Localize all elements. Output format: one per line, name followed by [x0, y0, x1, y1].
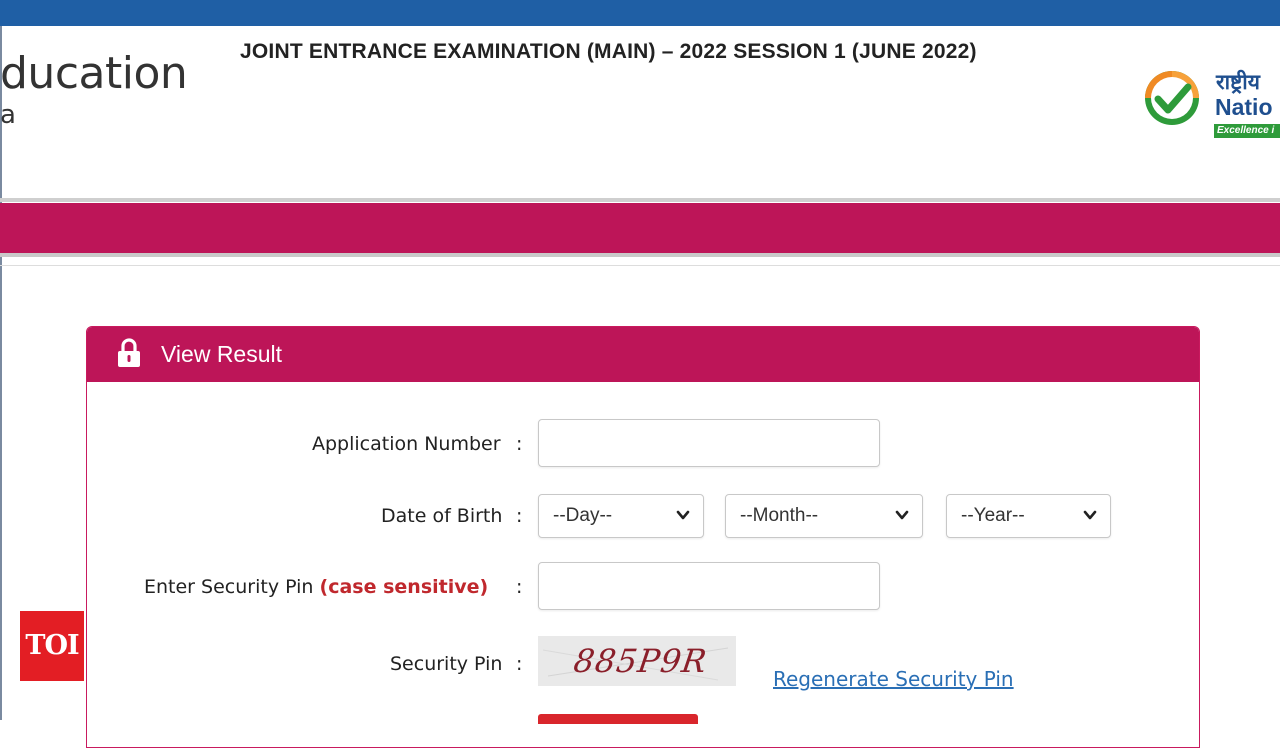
colon: : — [516, 653, 523, 675]
nav-bar — [0, 203, 1280, 253]
header-divider — [0, 198, 1280, 202]
nta-logo-hindi-text: राष्ट्रीय — [1216, 70, 1260, 94]
security-pin-label: Security Pin — [390, 653, 503, 675]
page-left-edge — [0, 26, 2, 720]
toi-watermark: TOI — [20, 611, 84, 681]
nta-check-logo-icon — [1145, 71, 1199, 125]
nta-logo-english-text: Natio — [1215, 94, 1273, 120]
lock-icon — [118, 338, 140, 367]
application-number-label: Application Number — [312, 433, 501, 455]
regenerate-security-pin-link[interactable]: Regenerate Security Pin — [773, 667, 1014, 691]
content-divider — [0, 265, 1280, 266]
colon: : — [516, 505, 523, 527]
dob-year-select[interactable]: --Year-- — [946, 494, 1111, 538]
case-sensitive-note: (case sensitive) — [319, 576, 489, 598]
nav-divider — [0, 253, 1280, 257]
date-of-birth-label: Date of Birth — [381, 505, 503, 527]
security-pin-captcha: 885P9R — [538, 636, 736, 686]
captcha-text: 885P9R — [571, 642, 710, 680]
dob-day-value: --Day-- — [553, 505, 613, 526]
submit-button[interactable] — [538, 714, 698, 724]
panel-header: View Result — [87, 327, 1199, 382]
top-bar — [0, 0, 1280, 26]
exam-title: JOINT ENTRANCE EXAMINATION (MAIN) – 2022… — [240, 40, 977, 63]
ministry-subtitle: a — [0, 100, 16, 130]
nta-logo[interactable]: राष्ट्रीय Natio Excellence i — [1144, 68, 1280, 144]
colon: : — [516, 576, 523, 598]
ministry-name: ducation — [0, 48, 188, 99]
colon: : — [516, 433, 523, 455]
nta-logo-tagline: Excellence i — [1214, 124, 1280, 138]
application-number-input[interactable] — [538, 419, 880, 467]
chevron-down-icon — [676, 510, 690, 520]
enter-security-pin-text: Enter Security Pin — [144, 576, 314, 598]
dob-month-select[interactable]: --Month-- — [725, 494, 923, 538]
dob-year-value: --Year-- — [961, 505, 1025, 526]
dob-day-select[interactable]: --Day-- — [538, 494, 704, 538]
dob-month-value: --Month-- — [740, 505, 819, 526]
panel-title: View Result — [161, 341, 283, 367]
security-pin-input[interactable] — [538, 562, 880, 610]
chevron-down-icon — [895, 510, 909, 520]
enter-security-pin-label: Enter Security Pin (case sensitive) — [144, 576, 488, 598]
chevron-down-icon — [1083, 510, 1097, 520]
